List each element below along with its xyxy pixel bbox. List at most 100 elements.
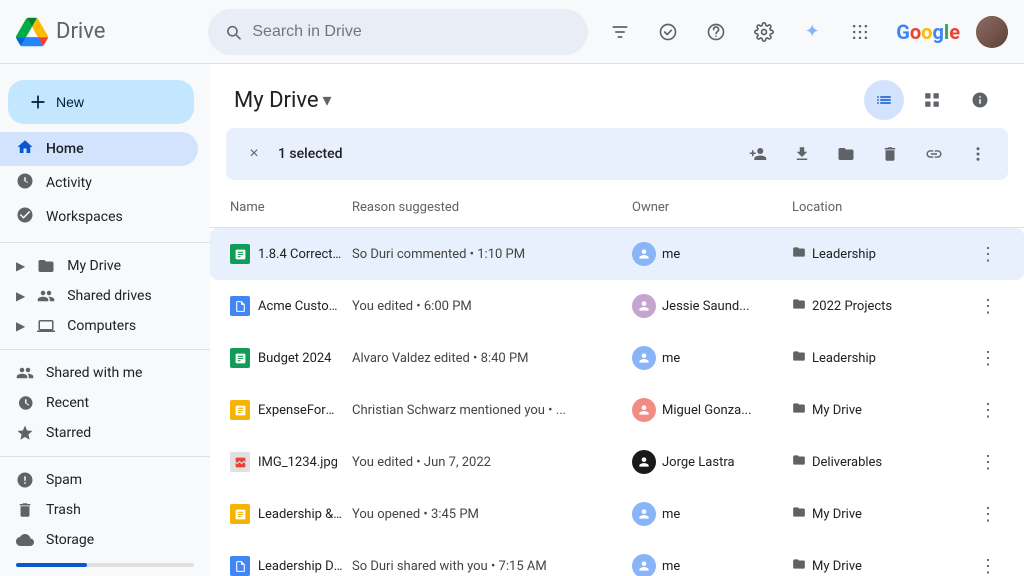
cell-reason: Christian Schwarz mentioned you • ... [348, 393, 628, 428]
content-area: My Drive ▾ × 1 selected [210, 64, 1024, 576]
table-row[interactable]: Leadership Deck (3) So Duri shared with … [210, 540, 1024, 576]
table-row[interactable]: Leadership & Organization Updates You op… [210, 488, 1024, 540]
storage-bar-container: 12.3 GB used [0, 555, 210, 576]
sidebar-item-workspaces[interactable]: Workspaces [0, 200, 198, 234]
storage-icon [16, 531, 34, 549]
info-button[interactable] [960, 80, 1000, 120]
owner-name: Jessie Saund... [662, 299, 750, 314]
table-header: Name Reason suggested Owner Location [210, 188, 1024, 228]
grid-view-button[interactable] [912, 80, 952, 120]
file-name: Leadership & Organization Updates [258, 507, 344, 522]
location-name: 2022 Projects [812, 299, 892, 314]
location-icon [792, 245, 806, 263]
sidebar-item-spam[interactable]: Spam [0, 465, 198, 495]
cell-owner: me [628, 492, 788, 536]
google-logo: Google [896, 20, 960, 44]
link-action[interactable] [916, 136, 952, 172]
owner-avatar [632, 346, 656, 370]
search-bar[interactable] [208, 9, 588, 55]
search-input[interactable] [252, 23, 572, 41]
add-person-action[interactable] [740, 136, 776, 172]
topbar-right: ✦ Google [600, 12, 1008, 52]
delete-action[interactable] [872, 136, 908, 172]
more-actions[interactable] [960, 136, 996, 172]
shared-with-me-icon [16, 364, 34, 382]
more-options-button[interactable]: ⋮ [972, 550, 1004, 576]
list-view-icon [875, 91, 893, 109]
more-options-button[interactable]: ⋮ [972, 394, 1004, 426]
sidebar-item-activity[interactable]: Activity [0, 166, 198, 200]
sidebar-item-storage[interactable]: Storage [0, 525, 198, 555]
view-controls [864, 80, 1000, 120]
more-options-button[interactable]: ⋮ [972, 238, 1004, 270]
location-icon [792, 297, 806, 315]
location-name: My Drive [812, 507, 862, 522]
sidebar-item-starred[interactable]: Starred [0, 418, 198, 448]
cell-location: My Drive [788, 495, 968, 533]
computers-icon [37, 317, 55, 335]
cell-reason: So Duri shared with you • 7:15 AM [348, 549, 628, 576]
new-button[interactable]: New [8, 80, 194, 124]
starred-icon [16, 424, 34, 442]
owner-name: me [662, 247, 680, 262]
sidebar-item-shared-drives[interactable]: ▶ Shared drives [0, 281, 198, 311]
table-row[interactable]: ExpenseForm_Daisy.Gentile_2018 Christian… [210, 384, 1024, 436]
drive-title[interactable]: My Drive ▾ [234, 88, 332, 113]
location-icon [792, 401, 806, 419]
selection-close-button[interactable]: × [238, 138, 270, 170]
sidebar-item-computers[interactable]: ▶ Computers [0, 311, 198, 341]
file-rows-container: 1.8.4 Corrective Maintenance Request So … [210, 228, 1024, 576]
owner-avatar [632, 398, 656, 422]
move-action[interactable] [828, 136, 864, 172]
cell-more: ⋮ [968, 228, 1008, 280]
workspaces-icon [16, 206, 34, 228]
cell-owner: me [628, 336, 788, 380]
location-icon [792, 453, 806, 471]
sidebar-item-home[interactable]: Home [0, 132, 198, 166]
sidebar-item-recent[interactable]: Recent [0, 388, 198, 418]
file-type-icon [230, 452, 250, 472]
home-icon [16, 138, 34, 160]
cell-reason: You edited • Jun 7, 2022 [348, 445, 628, 480]
spark-icon[interactable]: ✦ [792, 12, 832, 52]
cell-name: Acme Customer List [226, 286, 348, 326]
more-options-button[interactable]: ⋮ [972, 342, 1004, 374]
sidebar-item-my-drive[interactable]: ▶ My Drive [0, 251, 198, 281]
help-icon[interactable] [696, 12, 736, 52]
more-options-button[interactable]: ⋮ [972, 498, 1004, 530]
download-action[interactable] [784, 136, 820, 172]
my-drive-icon [37, 257, 55, 275]
settings-icon[interactable] [744, 12, 784, 52]
location-icon [792, 505, 806, 523]
table-row[interactable]: 1.8.4 Corrective Maintenance Request So … [210, 228, 1024, 280]
cell-name: IMG_1234.jpg [226, 442, 348, 482]
table-row[interactable]: Budget 2024 Alvaro Valdez edited • 8:40 … [210, 332, 1024, 384]
table-row[interactable]: IMG_1234.jpg You edited • Jun 7, 2022 Jo… [210, 436, 1024, 488]
apps-icon[interactable] [840, 12, 880, 52]
logo: Drive [16, 16, 196, 48]
cell-location: Deliverables [788, 443, 968, 481]
sidebar-item-shared-with-me[interactable]: Shared with me [0, 358, 198, 388]
cell-name: 1.8.4 Corrective Maintenance Request [226, 234, 348, 274]
file-table: Name Reason suggested Owner Location 1.8… [210, 188, 1024, 576]
shared-drives-icon [37, 287, 55, 305]
check-circle-icon[interactable] [648, 12, 688, 52]
cell-name: Leadership & Organization Updates [226, 494, 348, 534]
cell-location: 2022 Projects [788, 287, 968, 325]
sidebar-item-trash[interactable]: Trash [0, 495, 198, 525]
info-icon [971, 91, 989, 109]
cell-owner: me [628, 232, 788, 276]
more-options-button[interactable]: ⋮ [972, 446, 1004, 478]
owner-avatar [632, 502, 656, 526]
table-row[interactable]: Acme Customer List You edited • 6:00 PM … [210, 280, 1024, 332]
more-options-button[interactable]: ⋮ [972, 290, 1004, 322]
avatar[interactable] [976, 16, 1008, 48]
cell-more: ⋮ [968, 540, 1008, 576]
file-name: ExpenseForm_Daisy.Gentile_2018 [258, 403, 344, 418]
filter-icon[interactable] [600, 12, 640, 52]
owner-avatar [632, 294, 656, 318]
cell-name: ExpenseForm_Daisy.Gentile_2018 [226, 390, 348, 430]
col-reason: Reason suggested [348, 192, 628, 223]
list-view-button[interactable] [864, 80, 904, 120]
owner-name: me [662, 351, 680, 366]
